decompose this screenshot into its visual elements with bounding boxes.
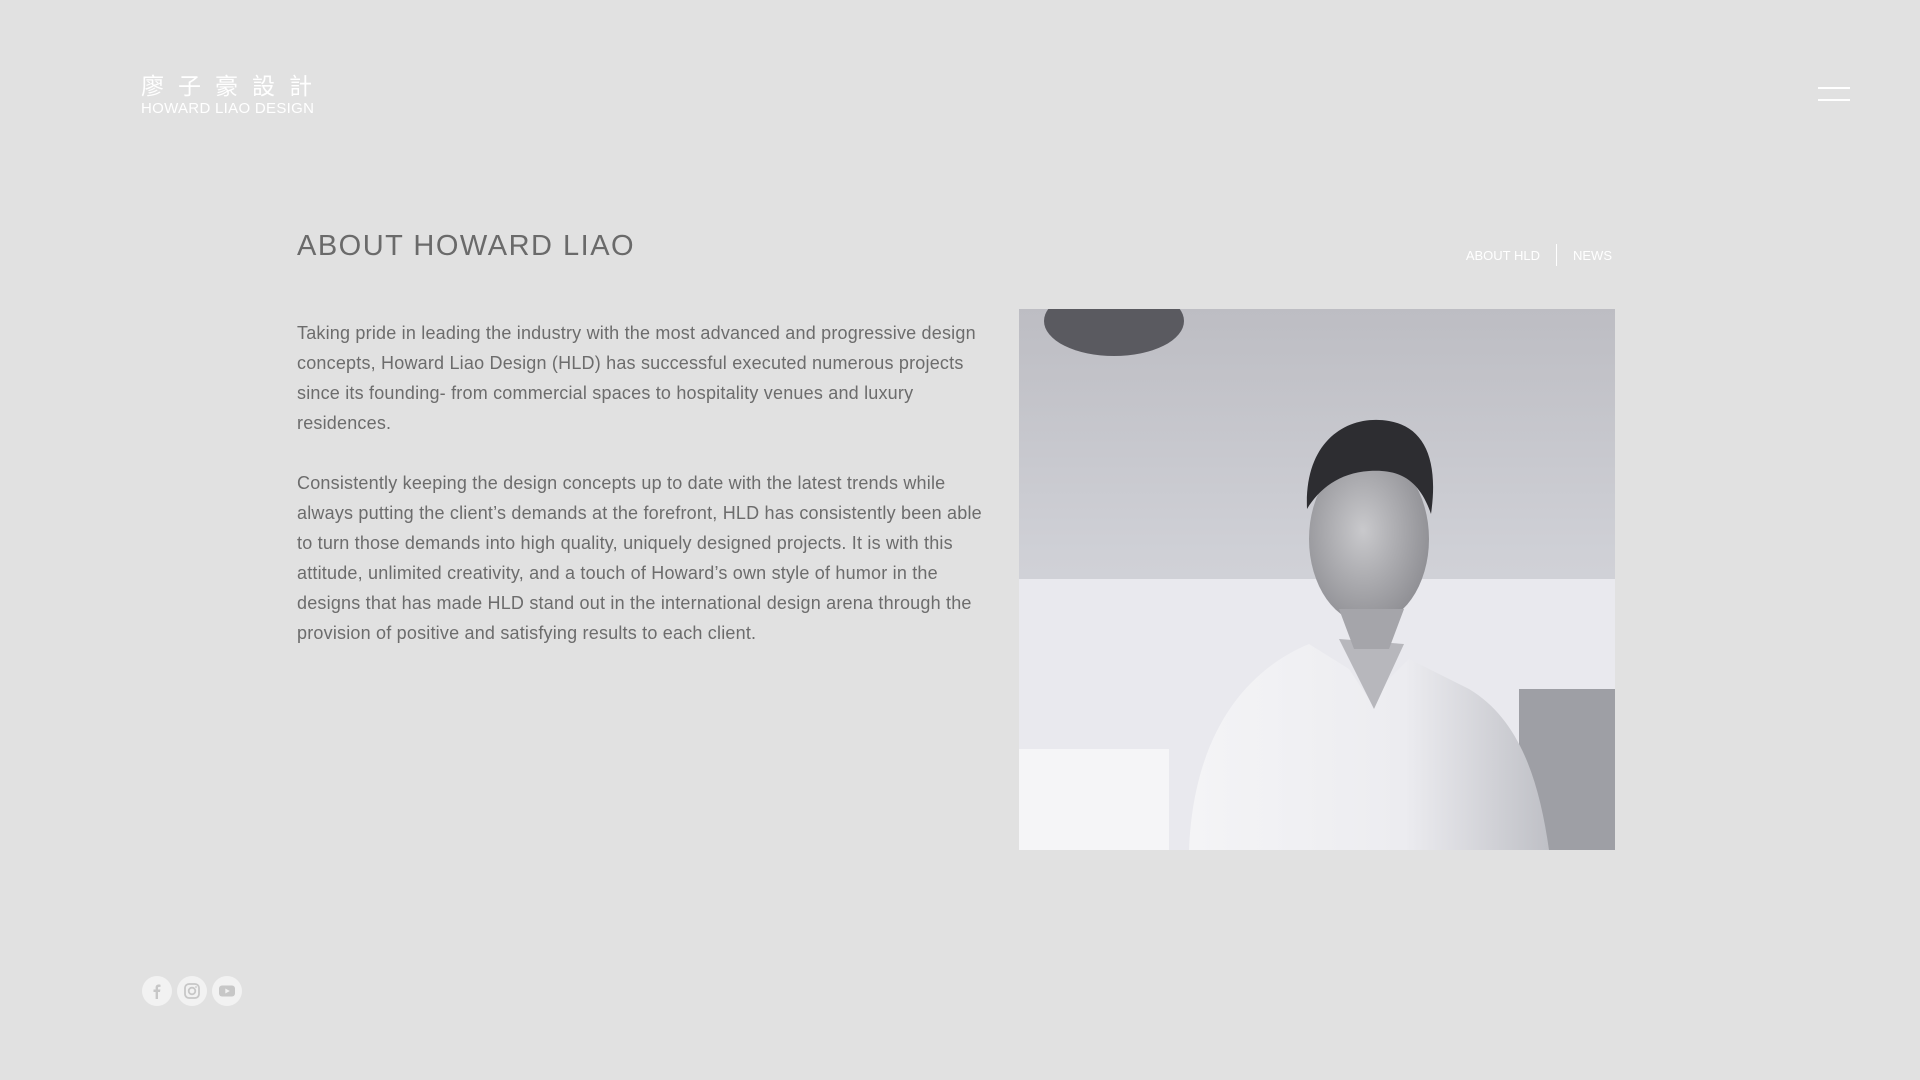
hamburger-menu-icon[interactable] xyxy=(1818,87,1850,105)
youtube-icon[interactable] xyxy=(212,976,242,1006)
portrait-photo xyxy=(1019,309,1615,850)
menu-line xyxy=(1818,99,1850,101)
subnav-about-hld[interactable]: ABOUT HLD xyxy=(1466,248,1540,263)
about-text: Taking pride in leading the industry wit… xyxy=(297,318,987,678)
logo[interactable]: 廖子豪設計 HOWARD LIAO DESIGN xyxy=(141,74,326,118)
sub-navigation: ABOUT HLD NEWS xyxy=(1466,244,1612,266)
menu-line xyxy=(1818,87,1850,89)
logo-english-text: HOWARD LIAO DESIGN xyxy=(141,100,315,117)
social-links xyxy=(142,976,242,1006)
logo-chinese-text: 廖子豪設計 xyxy=(141,74,326,100)
facebook-icon[interactable] xyxy=(142,976,172,1006)
subnav-news[interactable]: NEWS xyxy=(1573,248,1612,263)
about-paragraph-2: Consistently keeping the design concepts… xyxy=(297,473,982,643)
instagram-icon[interactable] xyxy=(177,976,207,1006)
subnav-divider xyxy=(1556,244,1557,266)
about-paragraph-1: Taking pride in leading the industry wit… xyxy=(297,323,976,433)
page-title: ABOUT HOWARD LIAO xyxy=(297,230,636,262)
